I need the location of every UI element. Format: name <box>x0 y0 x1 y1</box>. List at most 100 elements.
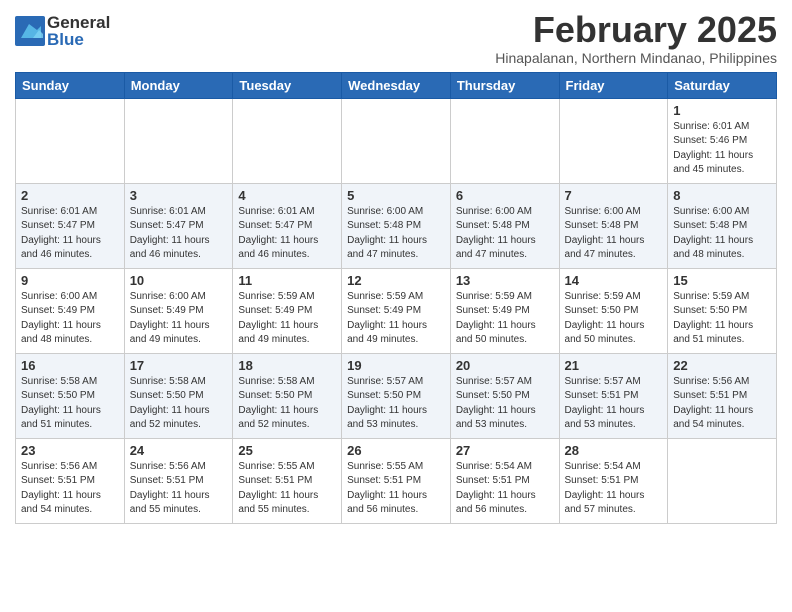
day-number: 15 <box>673 273 771 288</box>
month-title: February 2025 <box>495 10 777 50</box>
day-number: 12 <box>347 273 445 288</box>
calendar-cell <box>450 98 559 183</box>
day-info: Sunrise: 5:56 AM Sunset: 5:51 PM Dayligh… <box>673 375 771 433</box>
day-number: 2 <box>21 188 119 203</box>
calendar-cell: 15 Sunrise: 5:59 AM Sunset: 5:50 PM Dayli… <box>668 268 777 353</box>
day-info: Sunrise: 5:57 AM Sunset: 5:51 PM Dayligh… <box>565 375 663 433</box>
calendar-cell: 2 Sunrise: 6:01 AM Sunset: 5:47 PM Daylig… <box>16 183 125 268</box>
day-number: 28 <box>565 443 663 458</box>
calendar-cell: 27 Sunrise: 5:54 AM Sunset: 5:51 PM Dayli… <box>450 438 559 523</box>
day-number: 8 <box>673 188 771 203</box>
logo-text: General Blue <box>47 14 110 48</box>
calendar-week-5: 23 Sunrise: 5:56 AM Sunset: 5:51 PM Dayli… <box>16 438 777 523</box>
day-info: Sunrise: 5:55 AM Sunset: 5:51 PM Dayligh… <box>347 460 445 518</box>
day-info: Sunrise: 5:59 AM Sunset: 5:49 PM Dayligh… <box>347 290 445 348</box>
logo-icon <box>15 16 45 46</box>
day-info: Sunrise: 6:00 AM Sunset: 5:48 PM Dayligh… <box>347 205 445 263</box>
calendar-week-1: 1Sunrise: 6:01 AM Sunset: 5:46 PM Daylig… <box>16 98 777 183</box>
day-number: 20 <box>456 358 554 373</box>
day-number: 27 <box>456 443 554 458</box>
day-info: Sunrise: 5:59 AM Sunset: 5:50 PM Dayligh… <box>673 290 771 348</box>
day-info: Sunrise: 6:01 AM Sunset: 5:46 PM Dayligh… <box>673 120 771 178</box>
day-number: 21 <box>565 358 663 373</box>
day-info: Sunrise: 6:01 AM Sunset: 5:47 PM Dayligh… <box>130 205 228 263</box>
calendar-cell: 1Sunrise: 6:01 AM Sunset: 5:46 PM Daylig… <box>668 98 777 183</box>
day-number: 10 <box>130 273 228 288</box>
weekday-header-tuesday: Tuesday <box>233 72 342 98</box>
day-number: 14 <box>565 273 663 288</box>
calendar-table: SundayMondayTuesdayWednesdayThursdayFrid… <box>15 72 777 524</box>
day-info: Sunrise: 5:58 AM Sunset: 5:50 PM Dayligh… <box>21 375 119 433</box>
calendar-cell: 4Sunrise: 6:01 AM Sunset: 5:47 PM Daylig… <box>233 183 342 268</box>
day-info: Sunrise: 5:54 AM Sunset: 5:51 PM Dayligh… <box>565 460 663 518</box>
calendar-cell: 12 Sunrise: 5:59 AM Sunset: 5:49 PM Dayli… <box>342 268 451 353</box>
day-number: 18 <box>238 358 336 373</box>
day-info: Sunrise: 6:01 AM Sunset: 5:47 PM Dayligh… <box>238 205 336 263</box>
weekday-header-row: SundayMondayTuesdayWednesdayThursdayFrid… <box>16 72 777 98</box>
day-number: 9 <box>21 273 119 288</box>
calendar-cell: 9 Sunrise: 6:00 AM Sunset: 5:49 PM Daylig… <box>16 268 125 353</box>
day-info: Sunrise: 6:00 AM Sunset: 5:49 PM Dayligh… <box>130 290 228 348</box>
weekday-header-monday: Monday <box>124 72 233 98</box>
calendar-cell <box>559 98 668 183</box>
calendar-cell: 25 Sunrise: 5:55 AM Sunset: 5:51 PM Dayli… <box>233 438 342 523</box>
day-info: Sunrise: 6:00 AM Sunset: 5:49 PM Dayligh… <box>21 290 119 348</box>
day-number: 13 <box>456 273 554 288</box>
weekday-header-sunday: Sunday <box>16 72 125 98</box>
calendar-cell <box>342 98 451 183</box>
calendar-cell <box>124 98 233 183</box>
calendar-cell: 20 Sunrise: 5:57 AM Sunset: 5:50 PM Dayli… <box>450 353 559 438</box>
calendar-week-2: 2 Sunrise: 6:01 AM Sunset: 5:47 PM Daylig… <box>16 183 777 268</box>
calendar-cell: 18 Sunrise: 5:58 AM Sunset: 5:50 PM Dayli… <box>233 353 342 438</box>
weekday-header-saturday: Saturday <box>668 72 777 98</box>
calendar-cell: 14 Sunrise: 5:59 AM Sunset: 5:50 PM Dayli… <box>559 268 668 353</box>
calendar-week-3: 9 Sunrise: 6:00 AM Sunset: 5:49 PM Daylig… <box>16 268 777 353</box>
day-info: Sunrise: 5:59 AM Sunset: 5:50 PM Dayligh… <box>565 290 663 348</box>
day-info: Sunrise: 5:54 AM Sunset: 5:51 PM Dayligh… <box>456 460 554 518</box>
calendar-cell: 26 Sunrise: 5:55 AM Sunset: 5:51 PM Dayli… <box>342 438 451 523</box>
day-number: 3 <box>130 188 228 203</box>
day-info: Sunrise: 5:56 AM Sunset: 5:51 PM Dayligh… <box>130 460 228 518</box>
day-info: Sunrise: 5:56 AM Sunset: 5:51 PM Dayligh… <box>21 460 119 518</box>
day-info: Sunrise: 5:58 AM Sunset: 5:50 PM Dayligh… <box>238 375 336 433</box>
day-info: Sunrise: 5:55 AM Sunset: 5:51 PM Dayligh… <box>238 460 336 518</box>
calendar-cell <box>233 98 342 183</box>
calendar-cell <box>16 98 125 183</box>
day-number: 16 <box>21 358 119 373</box>
calendar-week-4: 16 Sunrise: 5:58 AM Sunset: 5:50 PM Dayli… <box>16 353 777 438</box>
calendar-cell <box>668 438 777 523</box>
day-info: Sunrise: 5:57 AM Sunset: 5:50 PM Dayligh… <box>456 375 554 433</box>
title-area: February 2025 Hinapalanan, Northern Mind… <box>495 10 777 66</box>
day-number: 17 <box>130 358 228 373</box>
day-info: Sunrise: 5:59 AM Sunset: 5:49 PM Dayligh… <box>456 290 554 348</box>
calendar-cell: 11Sunrise: 5:59 AM Sunset: 5:49 PM Dayli… <box>233 268 342 353</box>
calendar-cell: 21 Sunrise: 5:57 AM Sunset: 5:51 PM Dayli… <box>559 353 668 438</box>
calendar-cell: 3 Sunrise: 6:01 AM Sunset: 5:47 PM Daylig… <box>124 183 233 268</box>
location: Hinapalanan, Northern Mindanao, Philippi… <box>495 50 777 66</box>
calendar-cell: 13 Sunrise: 5:59 AM Sunset: 5:49 PM Dayli… <box>450 268 559 353</box>
day-number: 22 <box>673 358 771 373</box>
logo-blue-text: Blue <box>47 31 110 48</box>
day-number: 23 <box>21 443 119 458</box>
calendar-cell: 28 Sunrise: 5:54 AM Sunset: 5:51 PM Dayli… <box>559 438 668 523</box>
day-info: Sunrise: 5:57 AM Sunset: 5:50 PM Dayligh… <box>347 375 445 433</box>
day-number: 19 <box>347 358 445 373</box>
day-number: 25 <box>238 443 336 458</box>
day-number: 6 <box>456 188 554 203</box>
calendar-cell: 10 Sunrise: 6:00 AM Sunset: 5:49 PM Dayli… <box>124 268 233 353</box>
page: General Blue February 2025 Hinapalanan, … <box>0 0 792 534</box>
calendar-cell: 17 Sunrise: 5:58 AM Sunset: 5:50 PM Dayli… <box>124 353 233 438</box>
day-number: 26 <box>347 443 445 458</box>
day-info: Sunrise: 5:58 AM Sunset: 5:50 PM Dayligh… <box>130 375 228 433</box>
logo-general-text: General <box>47 14 110 31</box>
calendar-cell: 19 Sunrise: 5:57 AM Sunset: 5:50 PM Dayli… <box>342 353 451 438</box>
weekday-header-wednesday: Wednesday <box>342 72 451 98</box>
day-info: Sunrise: 6:00 AM Sunset: 5:48 PM Dayligh… <box>456 205 554 263</box>
day-info: Sunrise: 6:01 AM Sunset: 5:47 PM Dayligh… <box>21 205 119 263</box>
calendar-cell: 16 Sunrise: 5:58 AM Sunset: 5:50 PM Dayli… <box>16 353 125 438</box>
calendar-cell: 22 Sunrise: 5:56 AM Sunset: 5:51 PM Dayli… <box>668 353 777 438</box>
day-info: Sunrise: 5:59 AM Sunset: 5:49 PM Dayligh… <box>238 290 336 348</box>
day-number: 24 <box>130 443 228 458</box>
day-number: 5 <box>347 188 445 203</box>
weekday-header-friday: Friday <box>559 72 668 98</box>
